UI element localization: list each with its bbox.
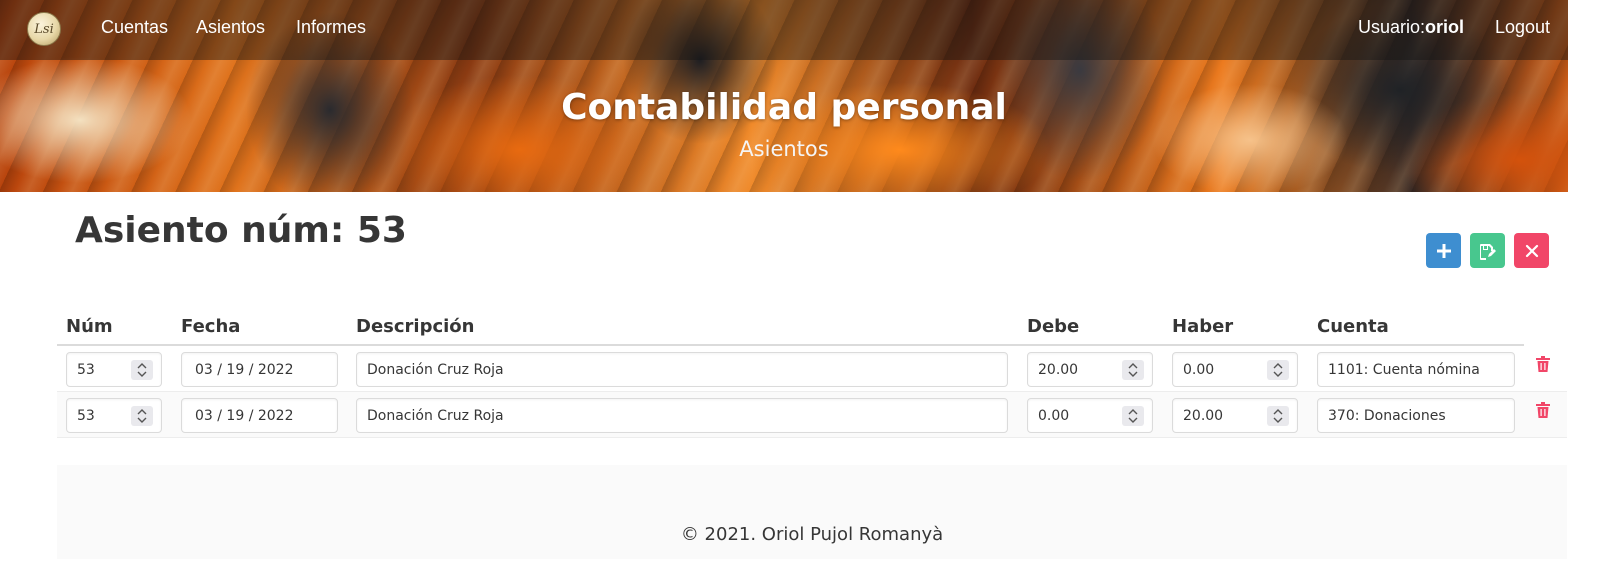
- add-entry-button[interactable]: [1426, 233, 1461, 268]
- spinner-icon[interactable]: [1267, 360, 1289, 380]
- account-field[interactable]: 1101: Cuenta nómina: [1317, 352, 1515, 387]
- debe-stepper[interactable]: 20.00: [1027, 352, 1153, 387]
- header-haber: Haber: [1172, 316, 1234, 337]
- footer-copyright: © 2021. Oriol Pujol Romanyà: [680, 524, 944, 545]
- date-field[interactable]: 03 / 19 / 2022: [181, 398, 338, 433]
- debe-value: 0.00: [1038, 407, 1070, 424]
- spinner-icon[interactable]: [1267, 406, 1289, 426]
- trash-icon[interactable]: [1536, 356, 1550, 372]
- account-field[interactable]: 370: Donaciones: [1317, 398, 1515, 433]
- nav-link-asientos[interactable]: Asientos: [196, 17, 265, 38]
- save-button[interactable]: [1470, 233, 1505, 268]
- cancel-button[interactable]: [1514, 233, 1549, 268]
- num-stepper[interactable]: 53: [66, 398, 162, 433]
- haber-stepper[interactable]: 0.00: [1172, 352, 1298, 387]
- current-user: Usuario:oriol: [1358, 17, 1464, 38]
- page-title: Asiento núm: 53: [75, 210, 407, 251]
- nav-link-cuentas[interactable]: Cuentas: [101, 17, 168, 38]
- close-icon: [1525, 244, 1538, 257]
- logo[interactable]: Lsi: [27, 12, 61, 46]
- header-descripcion: Descripción: [356, 316, 475, 337]
- spinner-icon[interactable]: [131, 406, 153, 426]
- num-value: 53: [77, 407, 95, 424]
- header-debe: Debe: [1027, 316, 1080, 337]
- description-field[interactable]: Donación Cruz Roja: [356, 398, 1008, 433]
- header-fecha: Fecha: [181, 316, 241, 337]
- haber-stepper[interactable]: 20.00: [1172, 398, 1298, 433]
- footer: © 2021. Oriol Pujol Romanyà: [57, 465, 1567, 559]
- hero-title: Contabilidad personal: [561, 87, 1007, 128]
- spinner-icon[interactable]: [1122, 406, 1144, 426]
- spinner-icon[interactable]: [1122, 360, 1144, 380]
- num-value: 53: [77, 361, 95, 378]
- hero-subtitle: Asientos: [739, 137, 829, 161]
- header-cuenta: Cuenta: [1317, 316, 1389, 337]
- nav-link-informes[interactable]: Informes: [296, 17, 366, 38]
- table-row: 53 03 / 19 / 2022 Donación Cruz Roja 20.…: [57, 346, 1567, 392]
- user-prefix: Usuario:: [1358, 17, 1426, 37]
- save-edit-icon: [1479, 243, 1496, 260]
- debe-stepper[interactable]: 0.00: [1027, 398, 1153, 433]
- trash-icon[interactable]: [1536, 402, 1550, 418]
- navbar: Lsi Cuentas Asientos Informes Usuario:or…: [0, 0, 1568, 60]
- header-num: Núm: [66, 316, 113, 337]
- plus-icon: [1436, 243, 1451, 258]
- spinner-icon[interactable]: [131, 360, 153, 380]
- table-row: 53 03 / 19 / 2022 Donación Cruz Roja 0.0…: [57, 392, 1567, 438]
- hero-banner: Lsi Cuentas Asientos Informes Usuario:or…: [0, 0, 1568, 192]
- debe-value: 20.00: [1038, 361, 1079, 378]
- description-field[interactable]: Donación Cruz Roja: [356, 352, 1008, 387]
- num-stepper[interactable]: 53: [66, 352, 162, 387]
- haber-value: 0.00: [1183, 361, 1215, 378]
- entries-table: Núm Fecha Descripción Debe Haber Cuenta …: [57, 310, 1567, 438]
- logout-link[interactable]: Logout: [1495, 17, 1550, 38]
- table-header: Núm Fecha Descripción Debe Haber Cuenta: [57, 310, 1524, 346]
- user-name: oriol: [1425, 17, 1465, 37]
- date-field[interactable]: 03 / 19 / 2022: [181, 352, 338, 387]
- haber-value: 20.00: [1183, 407, 1224, 424]
